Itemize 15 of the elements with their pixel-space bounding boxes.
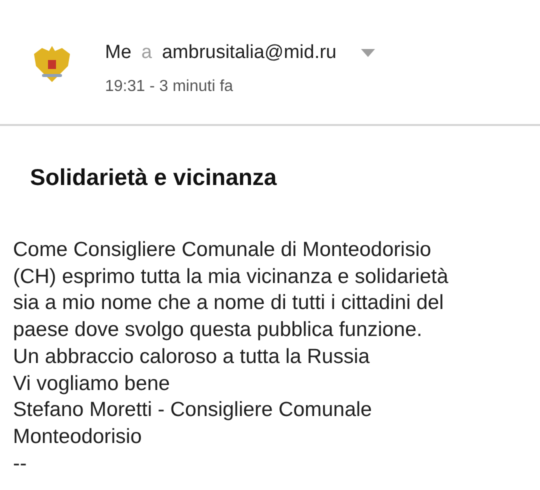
body-text-line: Stefano Moretti - Consigliere Comunale: [13, 397, 373, 424]
dropdown-caret-icon[interactable]: [360, 49, 374, 57]
email-subject: Solidarietà e vicinanza: [29, 163, 278, 191]
recipient-address: ambrusitalia@mid.ru: [162, 42, 336, 64]
body-text-line: Un abbraccio caloroso a tutta la Russia: [13, 344, 371, 370]
sent-time: 19:31 - 3 minuti fa: [105, 78, 234, 96]
to-label: a: [141, 42, 152, 64]
body-text-line: Vi vogliamo bene: [13, 370, 171, 397]
sender-name: Me: [105, 42, 132, 64]
body-text-line: --: [13, 450, 28, 477]
body-text-line: Monteodorisio: [13, 424, 143, 450]
body-text-line: sia a mio nome che a nome di tutti i cittadini del: [13, 290, 445, 316]
body-text-line: paese dove svolgo questa pubblica funzione.: [13, 317, 424, 344]
body-text-line: Come Consigliere Comunale di Monteodorisio: [13, 237, 432, 263]
body-text-line: (CH) esprimo tutta la mia vicinanza e solidarietà: [13, 264, 450, 290]
